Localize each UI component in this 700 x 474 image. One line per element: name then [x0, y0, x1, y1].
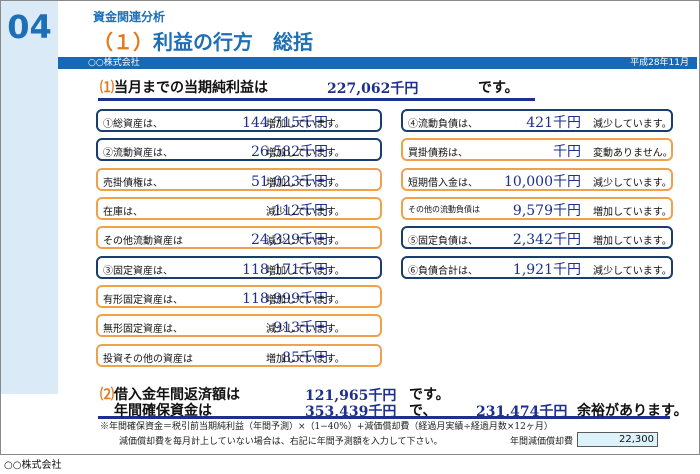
- footer-company: ○○株式会社: [4, 460, 62, 471]
- item-status: 増加しています。: [266, 266, 345, 277]
- fund-amount: 353,439千円: [305, 404, 397, 420]
- asset-item-box: 売掛債権は、 51,023千円 増加しています。: [96, 168, 382, 191]
- liability-item-box: 短期借入金は、 10,000千円 減少しています。: [401, 168, 673, 191]
- title-marker: （１）: [93, 30, 153, 54]
- page-number-tab: [1, 1, 58, 394]
- item-label: 売掛債権は、: [103, 178, 163, 189]
- band-date: 平成28年11月: [630, 58, 689, 68]
- item-status: 減少しています。: [593, 266, 672, 277]
- item-status: 変動ありません。: [593, 148, 673, 159]
- surplus-amount: 231,474千円: [476, 404, 568, 420]
- net-income-label: 当月までの当期純利益は: [114, 80, 268, 96]
- asset-item-box: ③固定資産は、 118,171千円 増加しています。: [96, 256, 382, 279]
- fund-middle: で、: [409, 403, 437, 419]
- liability-item-box: ⑤固定負債は、 2,342千円 増加しています。: [401, 226, 673, 249]
- net-income-suffix: です。: [478, 80, 519, 96]
- item-status: 減少しています。: [266, 236, 345, 247]
- liability-item-box: ⑥負債合計は、 1,921千円 減少しています。: [401, 256, 673, 279]
- item-label: ①総資産は、: [103, 119, 163, 130]
- liability-item-box: 買掛債務は、 千円 変動ありません。: [401, 138, 673, 161]
- item-status: 増加しています。: [266, 148, 345, 159]
- item-label: 在庫は、: [103, 207, 143, 218]
- asset-item-box: ②流動資産は、 26,582千円 増加しています。: [96, 138, 382, 161]
- item-amount: 2,342千円: [512, 232, 581, 248]
- asset-item-box: 投資その他の資産は 85千円 増加しています。: [96, 344, 382, 367]
- band-company: ○○株式会社: [88, 58, 140, 68]
- item-label: ⑥負債合計は、: [408, 266, 478, 277]
- item-label: ⑤固定負債は、: [408, 236, 478, 247]
- item-status: 増加しています。: [266, 119, 345, 130]
- depreciation-label: 年間減価償却費: [510, 437, 574, 447]
- fund-line: 年間確保資金は 353,439千円 で、 231,474千円 余裕があります。: [98, 400, 688, 420]
- item-status: 増加しています。: [266, 295, 345, 306]
- item-status: 増加しています。: [593, 236, 672, 247]
- surplus-suffix: 余裕があります。: [577, 403, 688, 419]
- asset-item-box: 無形固定資産は、 913千円 減少しています。: [96, 314, 382, 337]
- net-income-underline: [98, 98, 535, 101]
- net-income-marker: ⑴: [100, 80, 114, 96]
- item-label: その他の流動負債は: [408, 205, 480, 214]
- item-status: 減少しています。: [593, 178, 672, 189]
- item-label: ④流動負債は、: [408, 119, 478, 130]
- item-status: 減少しています。: [593, 119, 672, 130]
- item-label: ②流動資産は、: [103, 148, 173, 159]
- item-amount: 千円: [553, 144, 581, 160]
- net-income-line: ⑴当月までの当期純利益は 227,062千円 です。: [100, 77, 519, 97]
- asset-item-box: 有形固定資産は、 118,999千円 増加しています。: [96, 285, 382, 308]
- liability-item-box: ④流動負債は、 421千円 減少しています。: [401, 109, 673, 132]
- asset-item-box: ①総資産は、 144,715千円 増加しています。: [96, 109, 382, 132]
- liability-item-box: その他の流動負債は 9,579千円 増加しています。: [401, 197, 673, 220]
- section-subtitle: 資金関連分析: [93, 10, 166, 24]
- item-label: 無形固定資産は、: [103, 324, 183, 335]
- item-amount: 9,579千円: [512, 203, 581, 219]
- asset-item-box: 在庫は、 112千円 減少しています。: [96, 197, 382, 220]
- item-amount: 1,921千円: [512, 262, 581, 278]
- item-label: 短期借入金は、: [408, 178, 478, 189]
- net-income-amount: 227,062千円: [327, 81, 419, 97]
- asset-item-box: その他流動資産は 24,329千円 減少しています。: [96, 226, 382, 249]
- item-status: 増加しています。: [593, 207, 672, 218]
- item-amount: 421千円: [526, 115, 581, 131]
- item-label: 買掛債務は、: [408, 148, 468, 159]
- item-status: 増加しています。: [266, 178, 345, 189]
- title-text: 利益の行方 総括: [153, 30, 313, 54]
- item-label: ③固定資産は、: [103, 266, 173, 277]
- item-label: 投資その他の資産は: [103, 354, 193, 365]
- item-label: その他流動資産は: [103, 236, 183, 247]
- depreciation-input[interactable]: 22,300: [577, 432, 658, 447]
- page-title: （１）利益の行方 総括: [93, 26, 313, 55]
- item-amount: 10,000千円: [504, 174, 581, 190]
- header-band: ○○株式会社 平成28年11月: [58, 57, 697, 69]
- item-status: 減少しています。: [266, 324, 345, 335]
- fund-label: 年間確保資金は: [114, 403, 212, 419]
- item-label: 有形固定資産は、: [103, 295, 183, 306]
- item-status: 増加しています。: [266, 354, 345, 365]
- depreciation-note: 減価償却費を毎月計上していない場合は、右記に年間予測額を入力して下さい。: [119, 437, 443, 447]
- page-number: 04: [7, 8, 52, 46]
- formula-note: ※年間確保資金＝税引前当期純利益（年間予測）×（1−40%）+減価償却費（経過月…: [100, 422, 553, 432]
- item-status: 減少しています。: [266, 207, 345, 218]
